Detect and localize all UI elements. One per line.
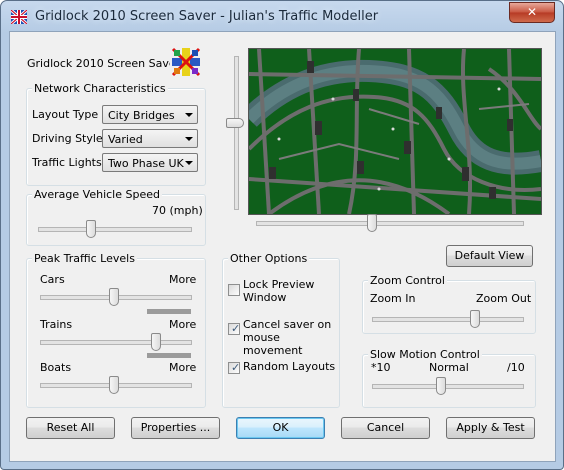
traffic-lights-select[interactable]: Two Phase UK (102, 153, 198, 172)
cancel-button[interactable]: Cancel (341, 417, 430, 439)
checkmark-icon: ✓ (231, 322, 241, 335)
driving-style-label: Driving Style (32, 132, 103, 145)
lock-preview-label: Lock Preview Window (243, 278, 315, 304)
cancel-saver-label: Cancel saver on mouse movement (243, 318, 332, 357)
random-layouts-checkbox[interactable]: ✓ (228, 361, 241, 374)
apply-test-button[interactable]: Apply & Test (446, 417, 535, 439)
cars-level-bar (147, 309, 191, 314)
speed-slider-thumb[interactable] (86, 220, 96, 238)
trains-more-label: More (169, 318, 197, 331)
traffic-lights-label: Traffic Lights (32, 156, 102, 169)
preview-vertical-slider-thumb[interactable] (226, 118, 244, 128)
app-window: Gridlock 2010 Screen Saver - Julian's Tr… (0, 0, 564, 470)
preview-horizontal-slider-track[interactable] (256, 221, 524, 226)
other-options-title: Other Options (228, 252, 310, 265)
average-speed-group (26, 194, 206, 246)
slow-motion-min-label: *10 (371, 361, 391, 374)
zoom-out-label: Zoom Out (476, 292, 532, 305)
random-layouts-label: Random Layouts (243, 360, 336, 373)
close-button[interactable]: ✕ (509, 2, 555, 23)
app-name-label: Gridlock 2010 Screen Saver (27, 57, 181, 70)
network-group-title: Network Characteristics (32, 82, 168, 95)
slow-motion-normal-label: Normal (429, 361, 469, 374)
window-title: Gridlock 2010 Screen Saver - Julian's Tr… (35, 9, 379, 24)
layout-type-label: Layout Type (32, 108, 99, 121)
checkmark-icon: ✓ (231, 361, 241, 374)
layout-type-value: City Bridges (108, 109, 175, 122)
slow-motion-title: Slow Motion Control (368, 348, 482, 361)
app-logo-icon (11, 10, 27, 24)
lock-preview-checkbox[interactable] (228, 284, 240, 296)
preview-horizontal-slider-thumb[interactable] (367, 214, 377, 232)
trains-label: Trains (40, 318, 73, 331)
zoom-control-title: Zoom Control (368, 274, 447, 287)
cars-slider-thumb[interactable] (109, 288, 119, 306)
chevron-down-icon (185, 161, 193, 165)
preview-vertical-slider-track[interactable] (234, 56, 239, 210)
zoom-in-label: Zoom In (370, 292, 416, 305)
boats-slider-thumb[interactable] (109, 376, 119, 394)
boats-more-label: More (169, 361, 197, 374)
driving-style-select[interactable]: Varied (102, 129, 198, 148)
cars-more-label: More (169, 273, 197, 286)
cars-label: Cars (40, 273, 65, 286)
trains-level-bar (147, 353, 191, 358)
zoom-control-group (362, 280, 536, 334)
chevron-down-icon (185, 137, 193, 141)
default-view-button[interactable]: Default View (446, 245, 533, 267)
chevron-down-icon (185, 113, 193, 117)
trains-slider-thumb[interactable] (151, 333, 161, 351)
traffic-lights-value: Two Phase UK (108, 157, 184, 170)
driving-style-value: Varied (108, 133, 143, 146)
gridlock-logo-icon (170, 46, 202, 78)
zoom-slider-track[interactable] (372, 317, 524, 322)
slow-motion-max-label: /10 (507, 361, 525, 374)
speed-value: 70 (mph) (152, 204, 203, 217)
slow-motion-slider-thumb[interactable] (436, 377, 446, 395)
map-drawing (249, 49, 541, 214)
trains-slider-track[interactable] (40, 340, 192, 345)
cancel-saver-checkbox[interactable]: ✓ (228, 322, 241, 335)
layout-type-select[interactable]: City Bridges (102, 105, 198, 124)
traffic-preview-map[interactable] (248, 48, 542, 215)
title-bar[interactable]: Gridlock 2010 Screen Saver - Julian's Tr… (1, 1, 563, 31)
speed-slider-track[interactable] (38, 227, 192, 232)
boats-label: Boats (40, 361, 72, 374)
close-icon: ✕ (526, 5, 538, 19)
zoom-slider-thumb[interactable] (470, 310, 480, 328)
properties-button[interactable]: Properties ... (131, 417, 220, 439)
average-speed-title: Average Vehicle Speed (32, 188, 162, 201)
dialog-client: Gridlock 2010 Screen Saver Network Chara… (9, 31, 556, 462)
ok-button[interactable]: OK (236, 417, 325, 439)
peak-traffic-title: Peak Traffic Levels (32, 252, 137, 265)
reset-all-button[interactable]: Reset All (26, 417, 115, 439)
slow-motion-slider-track[interactable] (372, 384, 524, 389)
